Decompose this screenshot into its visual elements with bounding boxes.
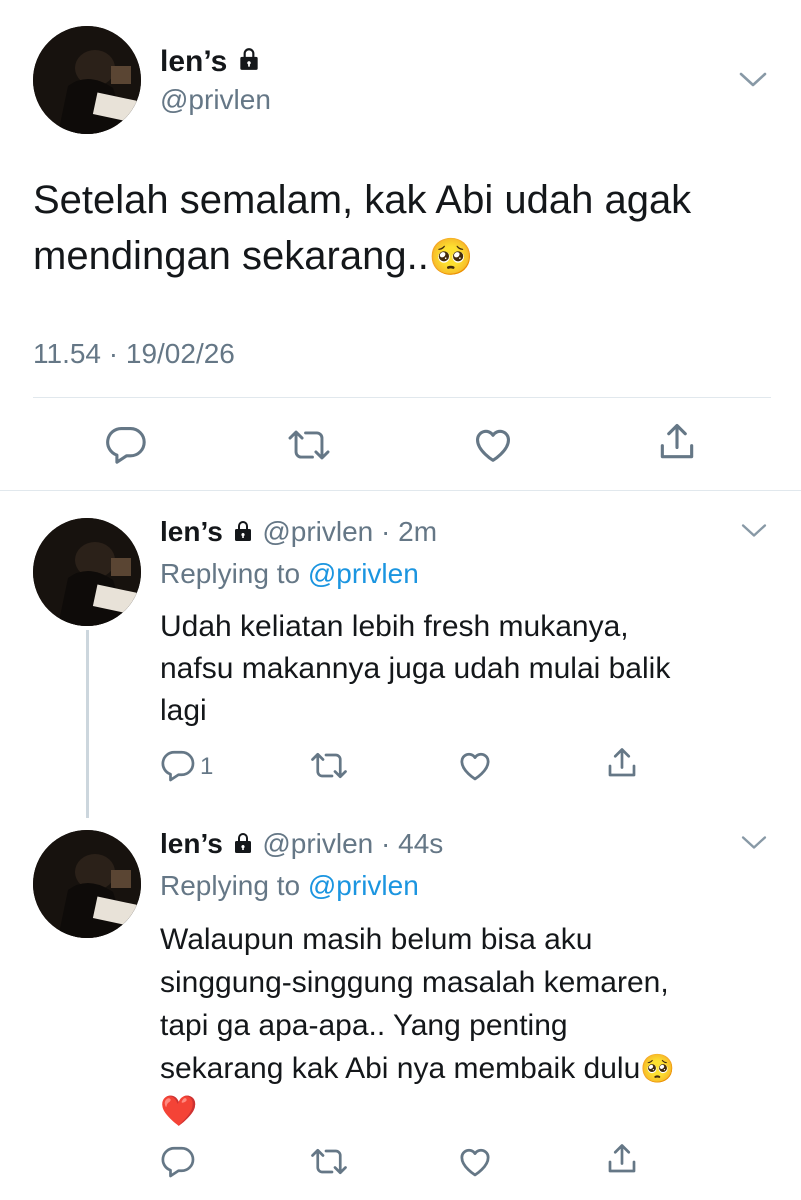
- reply-text-line: lagi: [160, 694, 207, 727]
- replying-to-label: Replying to: [160, 870, 308, 901]
- retweet-icon[interactable]: [284, 426, 334, 464]
- reply-text-line: singgung-singgung masalah kemaren,: [160, 966, 669, 999]
- reply-icon[interactable]: [104, 424, 148, 464]
- handle-time[interactable]: @privlen · 2m: [262, 516, 437, 547]
- replying-to-label: Replying to: [160, 558, 308, 589]
- reply-text: Walaupun masih belum bisa aku singgung-s…: [160, 918, 790, 1133]
- profile-photo: [33, 26, 141, 134]
- tweet-text: Setelah semalam, kak Abi udah agak mendi…: [33, 172, 773, 285]
- heart-icon[interactable]: [456, 748, 494, 782]
- red-heart-emoji: ❤️: [160, 1095, 198, 1128]
- handle-time[interactable]: @privlen · 44s: [262, 828, 443, 859]
- profile-photo: [33, 518, 141, 626]
- reply-text-line: sekarang kak Abi nya membaik dulu: [160, 1052, 641, 1085]
- replying-to-handle[interactable]: @privlen: [308, 870, 419, 901]
- reply-count: 1: [200, 753, 214, 780]
- tweet-text-line: mendingan sekarang..: [33, 234, 429, 278]
- display-name[interactable]: len’s: [160, 516, 223, 547]
- heart-icon[interactable]: [470, 424, 516, 464]
- avatar[interactable]: [33, 26, 141, 134]
- reply-text-line: Udah keliatan lebih fresh mukanya,: [160, 610, 629, 643]
- reply-icon[interactable]: [160, 1144, 196, 1178]
- replying-to: Replying to @privlen: [160, 868, 419, 904]
- profile-photo: [33, 830, 141, 938]
- reply-text-line: Walaupun masih belum bisa aku: [160, 923, 593, 956]
- divider: [33, 397, 771, 398]
- timestamp[interactable]: 11.54 · 19/02/26: [33, 336, 235, 372]
- pleading-face-emoji: 🥺: [428, 236, 474, 277]
- chevron-down-icon[interactable]: [740, 832, 768, 852]
- chevron-down-icon[interactable]: [740, 520, 768, 540]
- share-icon[interactable]: [604, 1140, 640, 1178]
- lock-icon: [231, 516, 255, 552]
- replying-to-handle[interactable]: @privlen: [308, 558, 419, 589]
- handle[interactable]: @privlen: [160, 82, 271, 118]
- display-name[interactable]: len’s: [160, 45, 227, 78]
- reply-text: Udah keliatan lebih fresh mukanya, nafsu…: [160, 606, 780, 732]
- retweet-icon[interactable]: [308, 749, 350, 782]
- display-name[interactable]: len’s: [160, 828, 223, 859]
- replying-to: Replying to @privlen: [160, 556, 419, 592]
- share-icon[interactable]: [655, 420, 699, 464]
- divider: [0, 490, 801, 491]
- chevron-down-icon[interactable]: [738, 68, 768, 90]
- thread-line: [86, 630, 89, 818]
- avatar[interactable]: [33, 518, 141, 626]
- reply-text-line: nafsu makannya juga udah mulai balik: [160, 652, 671, 685]
- retweet-icon[interactable]: [308, 1145, 350, 1178]
- reply-text-line: tapi ga apa-apa.. Yang penting: [160, 1009, 568, 1042]
- tweet-text-line: Setelah semalam, kak Abi udah agak: [33, 178, 692, 222]
- avatar[interactable]: [33, 830, 141, 938]
- share-icon[interactable]: [604, 744, 640, 782]
- lock-icon: [231, 828, 255, 864]
- pleading-face-emoji: 🥺: [640, 1053, 676, 1084]
- heart-icon[interactable]: [456, 1144, 494, 1178]
- lock-icon: [236, 45, 262, 81]
- reply-icon[interactable]: [160, 748, 196, 782]
